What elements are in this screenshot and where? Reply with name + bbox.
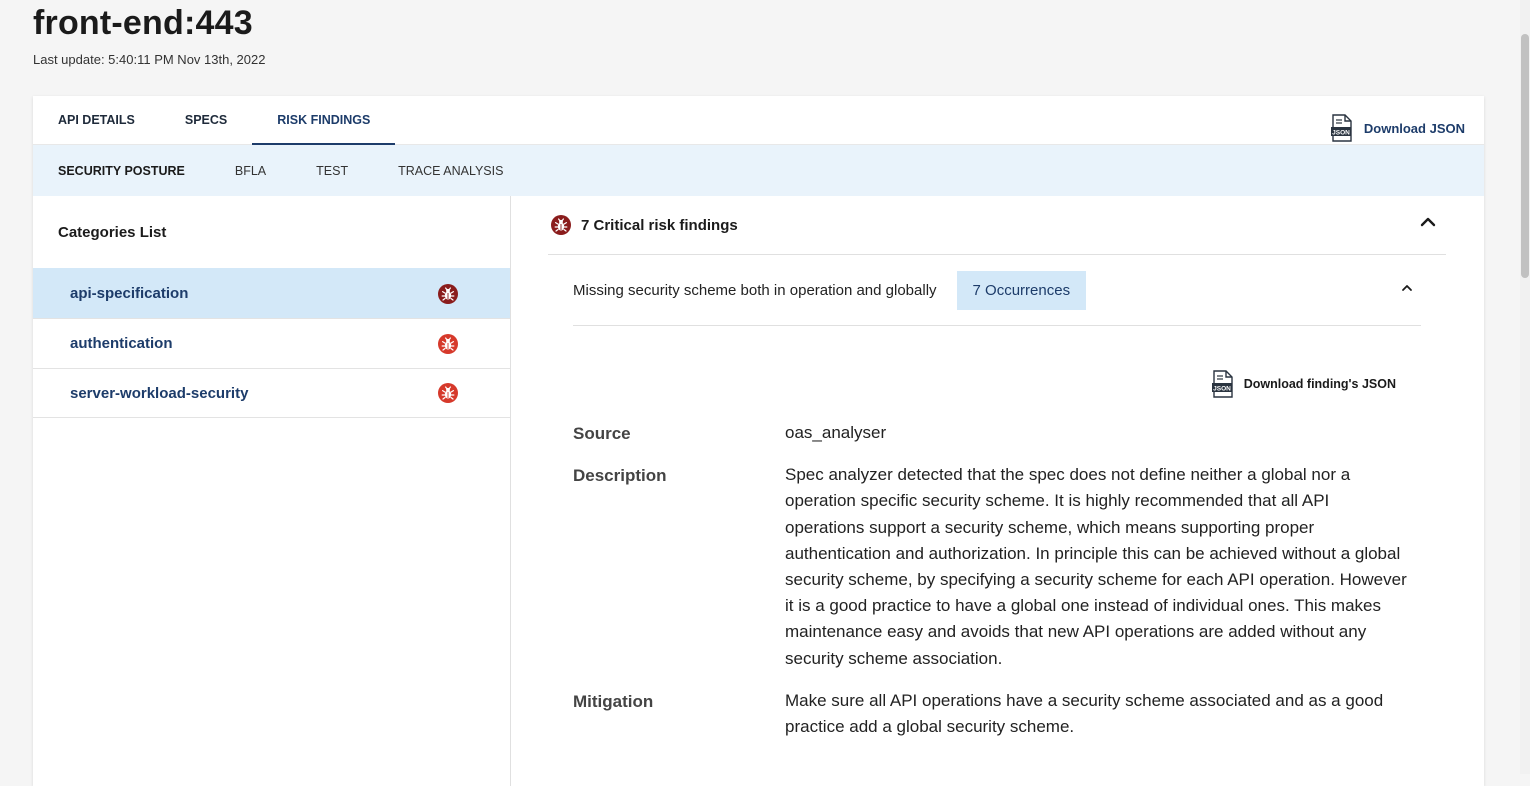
- finding-title: Missing security scheme both in operatio…: [573, 281, 937, 299]
- mitigation-value: Make sure all API operations have a secu…: [785, 690, 1384, 737]
- tab-risk-findings[interactable]: RISK FINDINGS: [252, 96, 396, 145]
- description-value: Spec analyzer detected that the spec doe…: [785, 465, 1407, 668]
- detail-description: Description Spec analyzer detected that …: [573, 465, 1423, 672]
- detail-source: Source oas_analyser: [573, 423, 1423, 446]
- last-update-text: Last update: 5:40:11 PM Nov 13th, 2022: [33, 52, 266, 67]
- finding-details: Source oas_analyser Description Spec ana…: [573, 423, 1423, 760]
- detail-mitigation: Mitigation Make sure all API operations …: [573, 691, 1423, 740]
- sub-tabs: SECURITY POSTURE BFLA TEST TRACE ANALYSI…: [33, 145, 1484, 196]
- bug-icon: [438, 283, 458, 304]
- api-card: API DETAILS SPECS RISK FINDINGS JSON Dow…: [33, 96, 1484, 786]
- scrollbar-thumb[interactable]: [1521, 34, 1529, 278]
- download-json-label: Download JSON: [1363, 120, 1465, 136]
- subtab-bfla[interactable]: BFLA: [235, 164, 266, 178]
- svg-text:JSON: JSON: [1332, 129, 1350, 136]
- source-value: oas_analyser: [785, 423, 887, 442]
- risk-findings-header[interactable]: 7 Critical risk findings: [548, 196, 1446, 255]
- subtab-test[interactable]: TEST: [316, 164, 348, 178]
- json-file-icon: JSON: [1330, 114, 1352, 142]
- tab-api-details[interactable]: API DETAILS: [33, 96, 160, 144]
- risk-findings-title: 7 Critical risk findings: [581, 216, 738, 234]
- bug-icon: [438, 333, 458, 354]
- page-title: front-end:443: [33, 4, 253, 42]
- content-area: Categories List api-specification authen…: [33, 196, 1484, 786]
- source-label: Source: [573, 424, 631, 443]
- chevron-up-icon[interactable]: [1420, 216, 1436, 228]
- category-label: authentication: [70, 335, 173, 352]
- findings-panel: 7 Critical risk findings Missing securit…: [511, 196, 1484, 786]
- page-scrollbar[interactable]: [1520, 0, 1530, 774]
- download-finding-json-label: Download finding's JSON: [1243, 377, 1396, 391]
- category-item-server-workload-security[interactable]: server-workload-security: [33, 368, 510, 418]
- download-json-button[interactable]: JSON Download JSON: [1330, 114, 1465, 142]
- finding-row[interactable]: Missing security scheme both in operatio…: [573, 255, 1421, 326]
- category-item-api-specification[interactable]: api-specification: [33, 268, 510, 318]
- mitigation-label: Mitigation: [573, 691, 654, 711]
- tab-specs[interactable]: SPECS: [160, 96, 252, 144]
- bug-icon: [551, 215, 571, 235]
- download-finding-json-button[interactable]: JSON Download finding's JSON: [1211, 370, 1396, 398]
- subtab-security-posture[interactable]: SECURITY POSTURE: [58, 164, 185, 178]
- subtab-trace-analysis[interactable]: TRACE ANALYSIS: [398, 164, 503, 178]
- description-label: Description: [573, 466, 667, 486]
- main-tabs: API DETAILS SPECS RISK FINDINGS JSON Dow…: [33, 96, 1484, 145]
- categories-list: api-specification authentication server-…: [33, 268, 510, 418]
- bug-icon: [438, 383, 458, 403]
- categories-panel: Categories List api-specification authen…: [33, 196, 511, 786]
- occurrences-badge[interactable]: 7 Occurrences: [956, 270, 1087, 310]
- category-item-authentication[interactable]: authentication: [33, 318, 510, 368]
- category-label: api-specification: [70, 285, 189, 302]
- category-label: server-workload-security: [70, 384, 249, 402]
- json-file-icon: JSON: [1211, 370, 1233, 398]
- categories-header: Categories List: [58, 224, 167, 241]
- svg-text:JSON: JSON: [1213, 385, 1231, 392]
- chevron-up-icon[interactable]: [1401, 283, 1413, 292]
